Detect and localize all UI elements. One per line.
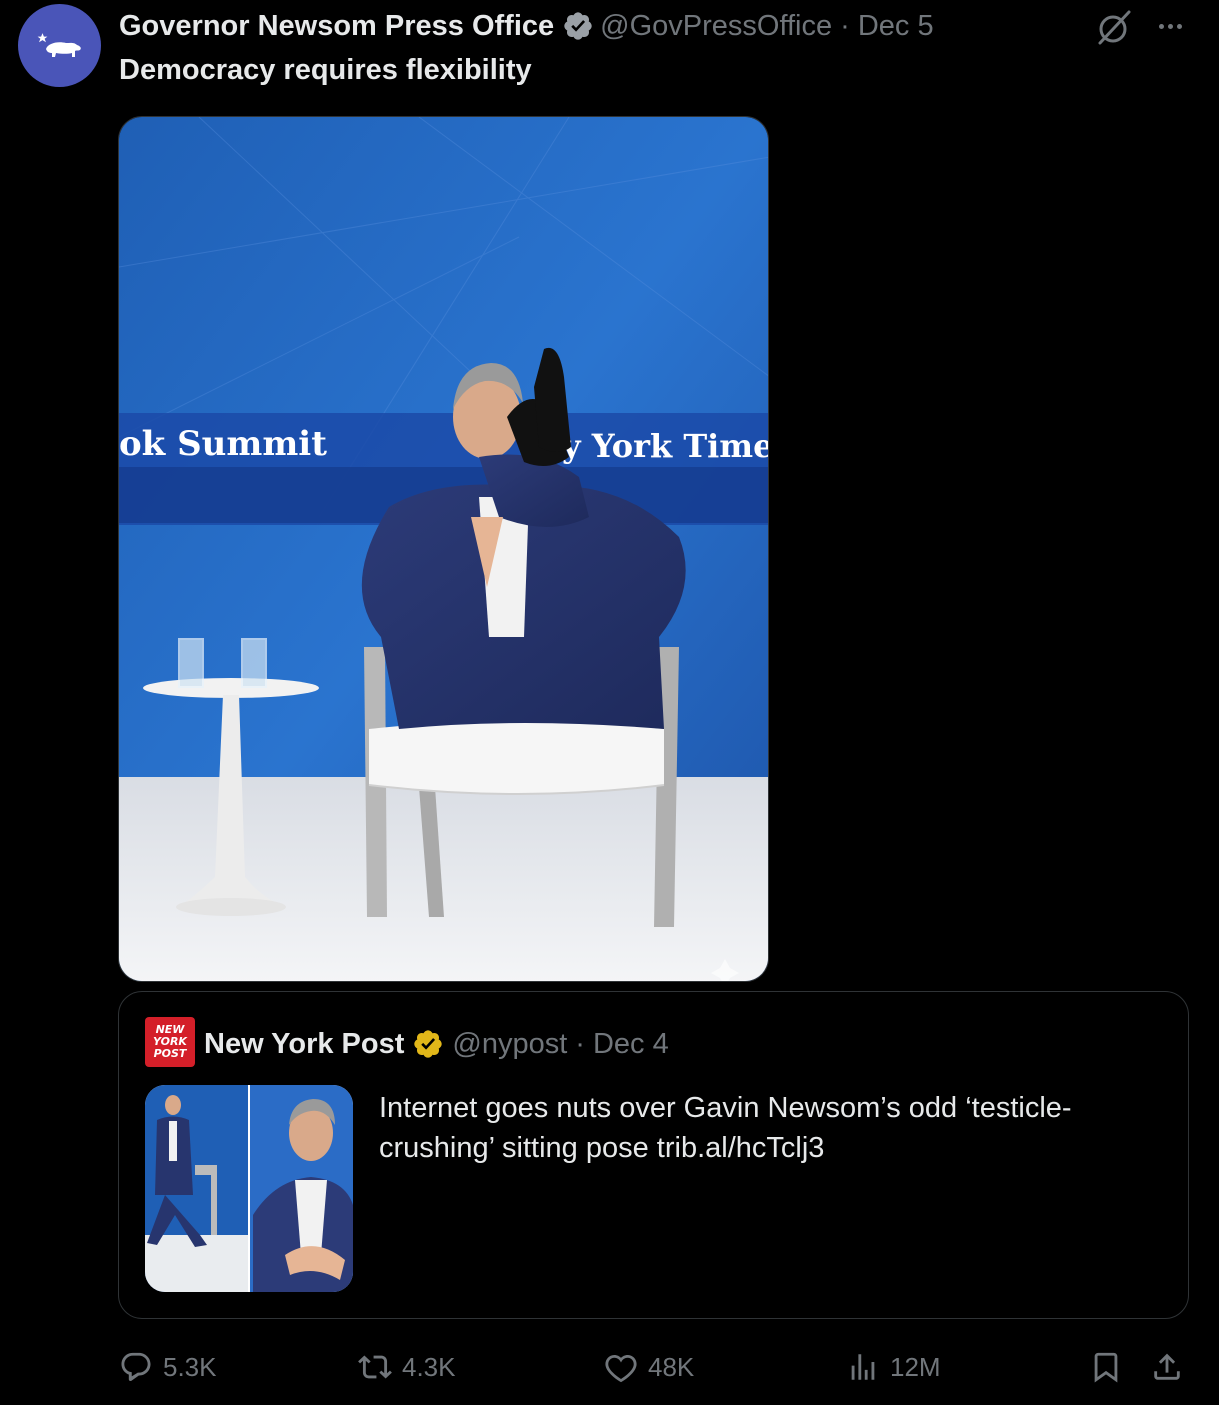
reply-icon	[121, 1352, 151, 1382]
quoted-tweet-header: New York Post @nypost · Dec 4	[204, 1022, 669, 1066]
repost-icon	[358, 1355, 392, 1379]
sign-left-text: ok Summit	[119, 424, 327, 464]
quoted-author-name[interactable]: New York Post	[204, 1028, 404, 1061]
quoted-author-handle[interactable]: @nypost	[452, 1028, 567, 1061]
separator-dot: ·	[840, 9, 850, 42]
quoted-tweet-date[interactable]: Dec 4	[593, 1028, 669, 1061]
separator-dot: ·	[575, 1027, 585, 1060]
tweet-date[interactable]: Dec 5	[858, 10, 934, 43]
share-icon	[1154, 1353, 1180, 1380]
author-handle[interactable]: @GovPressOffice	[600, 10, 832, 43]
repost-button[interactable]: 4.3K	[358, 1342, 456, 1392]
reply-count: 5.3K	[163, 1351, 217, 1382]
more-icon[interactable]	[1150, 8, 1190, 44]
california-bear-icon	[37, 32, 81, 57]
reply-button[interactable]: 5.3K	[119, 1342, 217, 1392]
sign-right-text: y York Times	[561, 427, 769, 465]
share-button[interactable]	[1150, 1342, 1194, 1392]
svg-text:POST: POST	[154, 1047, 188, 1060]
like-button[interactable]: 48K	[604, 1342, 694, 1392]
author-name[interactable]: Governor Newsom Press Office	[119, 10, 554, 43]
quoted-tweet[interactable]: NEW YORK POST New York Post @nypost · De…	[118, 991, 1189, 1319]
photo-yoga-pose: ok Summit y York Times	[119, 117, 769, 981]
tweet-text: Democracy requires flexibility	[119, 54, 532, 86]
verified-badge-icon[interactable]	[412, 1028, 444, 1060]
quoted-tweet-text: Internet goes nuts over Gavin Newsom’s o…	[379, 1092, 1072, 1164]
nypost-logo[interactable]: NEW YORK POST	[145, 1017, 195, 1067]
bookmark-icon	[1094, 1352, 1118, 1383]
verified-badge-icon[interactable]	[562, 10, 594, 42]
photo-collage	[145, 1085, 353, 1292]
views-button[interactable]: 12M	[846, 1342, 941, 1392]
tweet-image[interactable]: ok Summit y York Times	[118, 116, 769, 982]
tweet-actions: 5.3K 4.3K 48K 12M	[0, 1342, 1219, 1392]
views-count: 12M	[890, 1351, 941, 1382]
like-icon	[605, 1354, 637, 1383]
tweet-header: Governor Newsom Press Office @GovPressOf…	[119, 8, 934, 44]
bookmark-button[interactable]	[1089, 1342, 1133, 1392]
like-count: 48K	[648, 1351, 695, 1382]
author-avatar[interactable]	[18, 4, 101, 87]
repost-count: 4.3K	[402, 1351, 456, 1382]
quoted-tweet-image[interactable]	[145, 1085, 353, 1292]
grok-icon[interactable]	[1093, 6, 1135, 48]
views-icon	[851, 1354, 875, 1380]
